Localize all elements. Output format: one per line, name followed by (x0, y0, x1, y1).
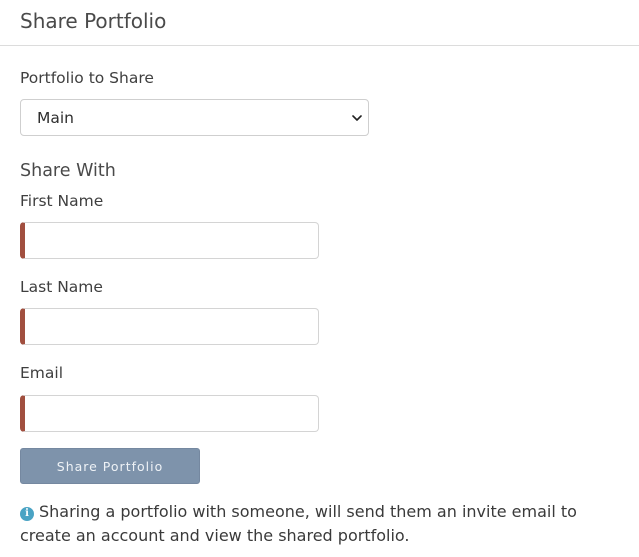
chevron-down-icon (352, 115, 362, 121)
share-portfolio-button[interactable]: Share Portfolio (20, 448, 200, 484)
page-title: Share Portfolio (20, 9, 167, 33)
last-name-field[interactable] (20, 308, 319, 345)
info-icon: i (20, 507, 34, 521)
last-name-label: Last Name (20, 278, 103, 296)
share-with-heading: Share With (20, 161, 116, 181)
email-label: Email (20, 364, 64, 382)
first-name-field[interactable] (20, 222, 319, 259)
portfolio-select-label: Portfolio to Share (20, 69, 154, 87)
first-name-label: First Name (20, 192, 104, 210)
info-message: i Sharing a portfolio with someone, will … (20, 500, 600, 548)
portfolio-select[interactable]: Main (20, 99, 369, 136)
info-text: Sharing a portfolio with someone, will s… (20, 502, 577, 545)
page-header: Share Portfolio (0, 0, 639, 46)
portfolio-select-value: Main (37, 109, 75, 127)
email-field[interactable] (20, 395, 319, 432)
